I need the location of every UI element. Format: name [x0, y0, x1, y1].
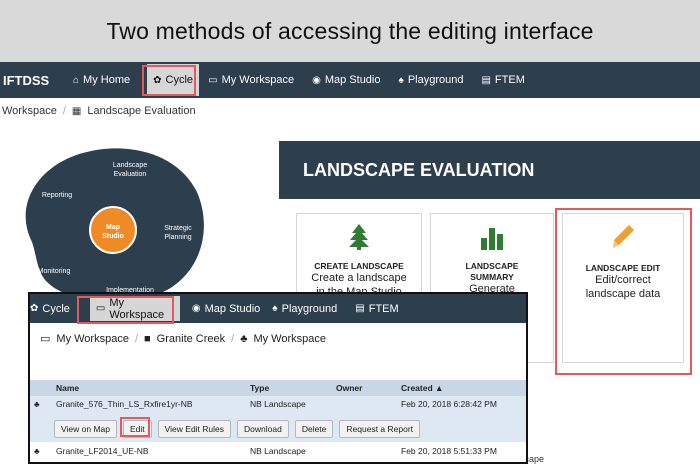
nav-label: FTEM — [368, 302, 399, 315]
tree-icon: ♣ — [240, 332, 248, 345]
breadcrumb: Workspace / ▦ Landscape Evaluation — [0, 100, 700, 122]
card-title: LANDSCAPE — [465, 261, 519, 271]
tree-icon — [349, 224, 369, 250]
delete-button[interactable]: Delete — [294, 420, 334, 438]
view-edit-rules-button[interactable]: View Edit Rules — [157, 420, 232, 438]
landscape-edit-highlight-box — [555, 208, 692, 375]
row-name: Granite_LF2014_UE-NB — [56, 446, 149, 456]
home-icon: ⌂ — [73, 74, 80, 86]
card-title: SUMMARY — [470, 272, 514, 282]
nav-map-studio[interactable]: ◉ Map Studio — [303, 62, 389, 98]
column-header-name[interactable]: Name — [56, 383, 79, 393]
nav-label: Playground — [281, 302, 338, 315]
row-created: Feb 20, 2018 5:51:33 PM — [401, 446, 497, 456]
nav-my-workspace[interactable]: ▭ My Workspace — [199, 62, 303, 98]
bar-chart-icon — [481, 228, 503, 250]
window-icon: ▭ — [208, 74, 218, 86]
breadcrumb-separator: / — [62, 105, 66, 117]
wheel-segment-label: Evaluation — [114, 171, 147, 178]
column-header-created[interactable]: Created ▲ — [401, 383, 443, 393]
row-type: NB Landscape — [250, 399, 306, 409]
row-type: NB Landscape — [250, 446, 306, 456]
row-name: Granite_576_Thin_LS_Rxfire1yr-NB — [56, 399, 193, 409]
inset-nav-map-studio[interactable]: ◉ Map Studio — [186, 294, 266, 323]
view-on-map-button[interactable]: View on Map — [54, 420, 117, 438]
inset-nav-cycle[interactable]: ✿ Cycle — [30, 294, 76, 323]
column-header-owner[interactable]: Owner — [336, 383, 362, 393]
clipboard-icon: ▤ — [481, 74, 491, 86]
clipboard-icon: ▤ — [355, 303, 365, 314]
window-icon: ▭ — [40, 333, 51, 345]
wheel-segment-label: Reporting — [42, 192, 72, 199]
card-description: Create a landscape — [311, 272, 407, 284]
card-title: CREATE LANDSCAPE — [314, 261, 404, 271]
inset-nav-ftem[interactable]: ▤ FTEM — [349, 294, 404, 323]
nav-label: Cycle — [42, 302, 70, 315]
folder-icon: ■ — [144, 332, 151, 345]
row-created: Feb 20, 2018 6:28:42 PM — [401, 399, 497, 409]
wheel-segment-label: Strategic — [164, 225, 192, 232]
wheel-segment-label: Monitoring — [38, 268, 71, 275]
table-row[interactable]: ♣ Granite_LF2014_UE-NB NB Landscape Feb … — [30, 443, 526, 462]
breadcrumb-item[interactable]: My Workspace — [56, 333, 129, 345]
banner-title: Two methods of accessing the editing int… — [106, 17, 594, 44]
flame-icon: ♠ — [272, 303, 278, 314]
nav-label: My Home — [83, 74, 131, 86]
inset-breadcrumb: ▭ My Workspace / ■ Granite Creek / ♣ My … — [40, 332, 326, 346]
workspace-inset: ✿ Cycle ▭ My Workspace ◉ Map Studio ♠ Pl… — [28, 292, 528, 464]
nav-label: FTEM — [494, 74, 525, 86]
breadcrumb-separator: / — [134, 332, 139, 345]
breadcrumb-separator: / — [231, 332, 235, 345]
my-workspace-highlight-box — [77, 296, 174, 324]
column-header-label: Created — [401, 383, 433, 393]
table-header: Name Type Owner Created ▲ — [30, 380, 526, 396]
calculator-icon: ▦ — [71, 105, 82, 117]
gear-icon: ✿ — [30, 303, 39, 314]
column-header-type[interactable]: Type — [250, 383, 269, 393]
cycle-highlight-box — [142, 65, 196, 96]
breadcrumb-workspace[interactable]: Workspace — [2, 105, 57, 117]
wheel-segment-label: Landscape — [113, 162, 147, 169]
cycle-wheel-diagram: Map Studio Landscape Evaluation Strategi… — [25, 148, 204, 302]
inset-nav-playground[interactable]: ♠ Playground — [266, 294, 343, 323]
row-actions: View on Map Edit View Edit Rules Downloa… — [54, 420, 421, 438]
edit-highlight-box — [120, 417, 150, 437]
request-report-button[interactable]: Request a Report — [339, 420, 421, 438]
title-banner: Two methods of accessing the editing int… — [0, 0, 700, 62]
wheel-center-label: Map — [106, 224, 120, 231]
globe-icon: ◉ — [191, 303, 201, 314]
tree-icon: ♣ — [34, 399, 40, 409]
tree-icon: ♣ — [34, 446, 40, 456]
flame-icon: ♠ — [398, 74, 404, 86]
download-button[interactable]: Download — [237, 420, 289, 438]
brand-logo[interactable]: IFTDSS — [0, 73, 56, 88]
nav-label: Playground — [407, 74, 464, 86]
wheel-center-label: Studio — [102, 233, 124, 240]
nav-label: Map Studio — [204, 302, 261, 315]
nav-label: My Workspace — [221, 74, 295, 86]
nav-my-home[interactable]: ⌂ My Home — [64, 62, 139, 98]
breadcrumb-current: Landscape Evaluation — [87, 105, 196, 117]
wheel-segment-label: Planning — [164, 234, 191, 241]
breadcrumb-item[interactable]: Granite Creek — [157, 333, 225, 345]
nav-playground[interactable]: ♠ Playground — [390, 62, 473, 98]
nav-label: Map Studio — [324, 74, 381, 86]
page-title: LANDSCAPE EVALUATION — [279, 141, 700, 199]
nav-ftem[interactable]: ▤ FTEM — [472, 62, 533, 98]
sort-up-icon: ▲ — [435, 383, 444, 393]
breadcrumb-current: My Workspace — [253, 332, 326, 345]
globe-icon: ◉ — [312, 74, 321, 86]
top-navigation: IFTDSS ⌂ My Home ✿ Cycle ▭ My Workspace … — [0, 62, 700, 98]
